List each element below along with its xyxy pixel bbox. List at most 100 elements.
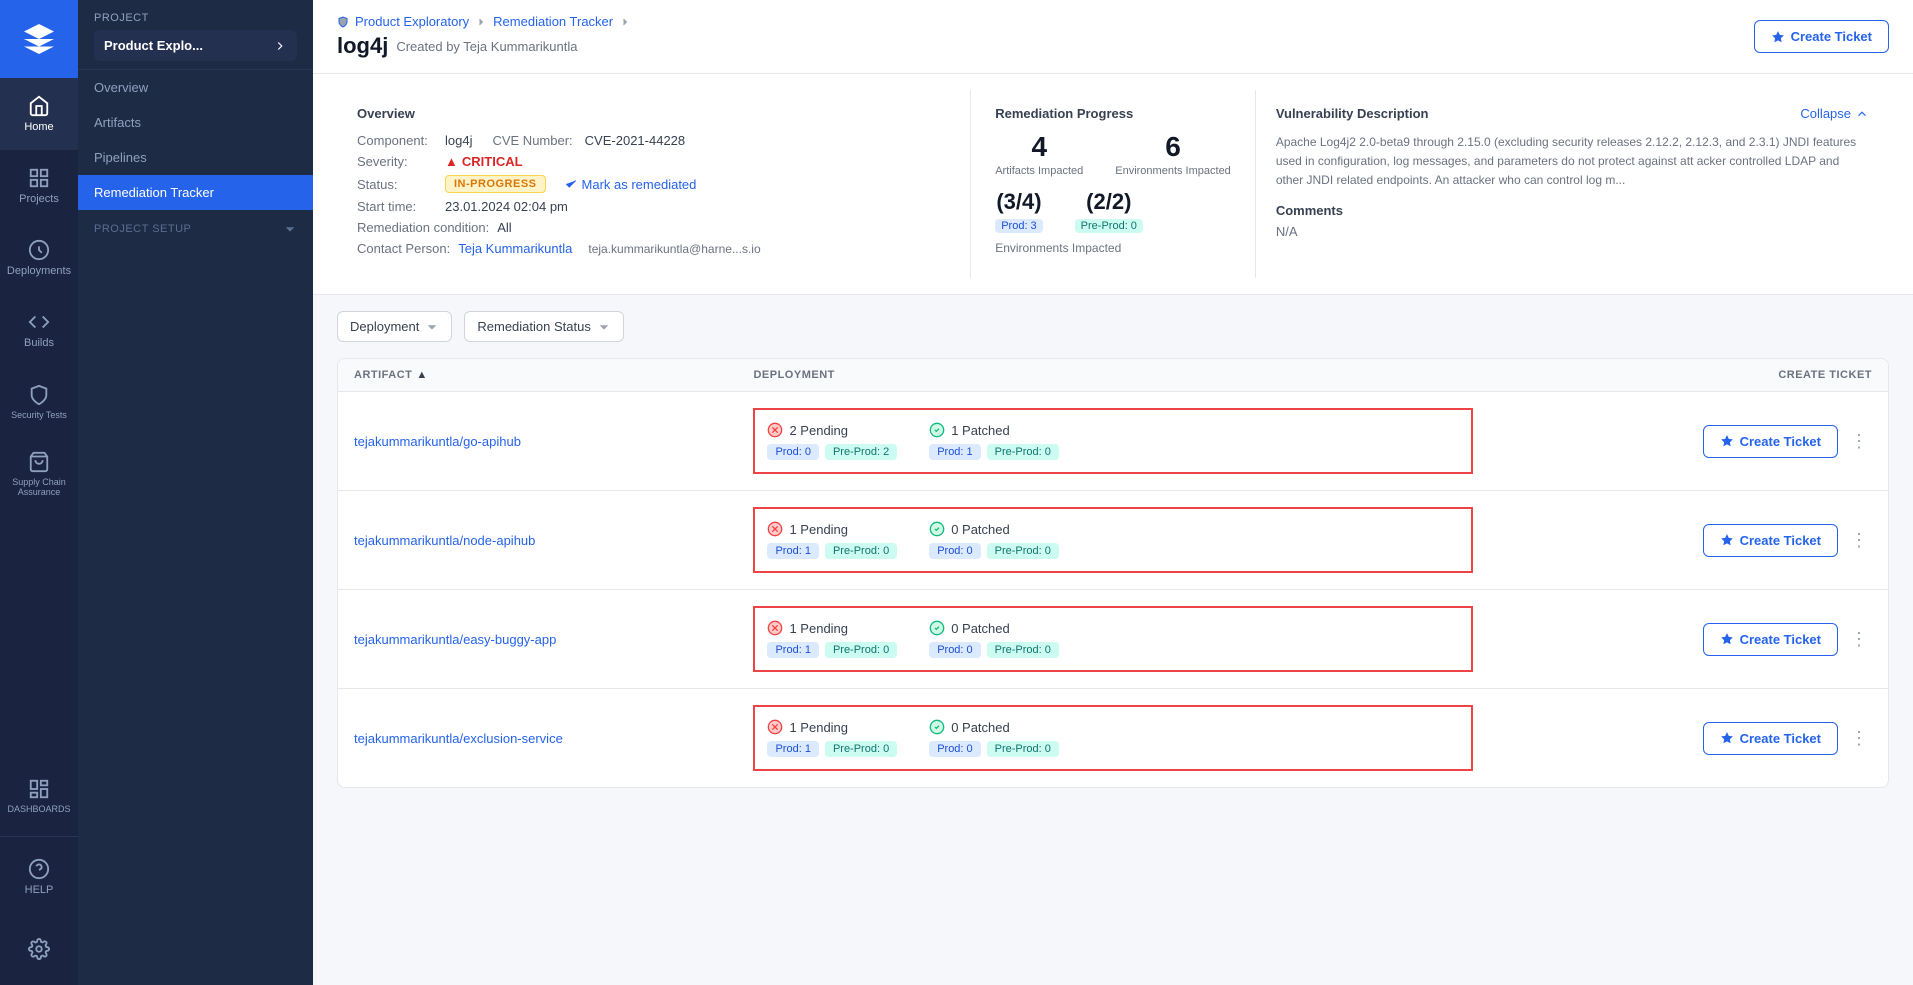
sidebar-item-security-tests[interactable]: Security Tests — [0, 366, 78, 438]
sidebar-label-home: Home — [24, 121, 53, 133]
comments-value: N/A — [1276, 224, 1869, 239]
actions-cell-0: Create Ticket ⋮ — [1473, 425, 1872, 458]
progress-title: Remediation Progress — [995, 106, 1231, 121]
sidebar-logo[interactable] — [0, 0, 78, 78]
sidebar-item-projects[interactable]: Projects — [0, 150, 78, 222]
sidebar-item-dashboards[interactable]: DASHBOARDS — [0, 760, 78, 832]
info-section: Overview Component: log4j CVE Number: CV… — [313, 74, 1913, 295]
cve-value: CVE-2021-44228 — [585, 133, 685, 148]
sidebar-label-deployments: Deployments — [7, 265, 71, 277]
pending-prod-0: Prod: 0 — [767, 444, 818, 460]
nav-item-artifacts[interactable]: Artifacts — [78, 105, 313, 140]
left-panel-header: Project Product Explo... — [78, 0, 313, 70]
actions-cell-1: Create Ticket ⋮ — [1473, 524, 1872, 557]
pending-badges-0: Prod: 0 Pre-Prod: 2 — [767, 444, 897, 460]
create-ticket-header-button[interactable]: Create Ticket — [1754, 20, 1889, 53]
sidebar-label-supply: Supply Chain Assurance — [0, 477, 78, 497]
create-ticket-row-0[interactable]: Create Ticket — [1703, 425, 1838, 458]
pending-prod-3: Prod: 1 — [767, 741, 818, 757]
preprod-fraction: (2/2) Pre-Prod: 0 — [1075, 189, 1143, 233]
sidebar-divider — [0, 836, 78, 837]
sidebar-item-supply-chain[interactable]: Supply Chain Assurance — [0, 438, 78, 510]
overview-card-title: Overview — [357, 106, 950, 121]
patched-badges-2: Prod: 0 Pre-Prod: 0 — [929, 642, 1059, 658]
deployment-filter[interactable]: Deployment — [337, 311, 452, 342]
contact-row: Contact Person: Teja Kummarikuntla teja.… — [357, 241, 950, 256]
pending-badges-1: Prod: 1 Pre-Prod: 0 — [767, 543, 897, 559]
pending-group-1: 1 Pending Prod: 1 Pre-Prod: 0 — [767, 521, 897, 559]
artifact-link-0[interactable]: tejakummarikuntla/go-apihub — [354, 434, 521, 449]
patched-status-0: 1 Patched — [929, 422, 1059, 438]
more-options-1[interactable]: ⋮ — [1846, 526, 1872, 555]
prod-fraction: (3/4) Prod: 3 — [995, 189, 1042, 233]
comments-title: Comments — [1276, 203, 1869, 218]
prod-badge: Prod: 3 — [995, 219, 1042, 233]
sidebar-label-projects: Projects — [19, 193, 59, 205]
artifact-link-2[interactable]: tejakummarikuntla/easy-buggy-app — [354, 632, 556, 647]
remediation-status-filter[interactable]: Remediation Status — [464, 311, 623, 342]
table-row: tejakummarikuntla/easy-buggy-app 1 Pendi… — [338, 590, 1888, 689]
breadcrumb-remediation-tracker[interactable]: Remediation Tracker — [493, 14, 613, 29]
more-options-0[interactable]: ⋮ — [1846, 427, 1872, 456]
sidebar-item-home[interactable]: Home — [0, 78, 78, 150]
start-time-value: 23.01.2024 02:04 pm — [445, 199, 568, 214]
patched-badges-1: Prod: 0 Pre-Prod: 0 — [929, 543, 1059, 559]
patched-status-3: 0 Patched — [929, 719, 1059, 735]
project-label: Project — [94, 12, 297, 24]
project-setup-section[interactable]: PROJECT SETUP — [78, 210, 313, 242]
deployment-cell-0: 2 Pending Prod: 0 Pre-Prod: 2 1 Patched — [753, 408, 1472, 474]
patched-prod-0: Prod: 1 — [929, 444, 980, 460]
nav-item-overview[interactable]: Overview — [78, 70, 313, 105]
create-ticket-row-1[interactable]: Create Ticket — [1703, 524, 1838, 557]
mark-remediated-button[interactable]: Mark as remediated — [564, 177, 697, 192]
artifacts-impacted: 4 Artifacts Impacted — [995, 133, 1083, 177]
artifact-link-3[interactable]: tejakummarikuntla/exclusion-service — [354, 731, 563, 746]
patched-status-2: 0 Patched — [929, 620, 1059, 636]
deployment-cell-3: 1 Pending Prod: 1 Pre-Prod: 0 0 Patched — [753, 705, 1472, 771]
status-badge: IN-PROGRESS — [445, 175, 546, 193]
project-selector[interactable]: Product Explo... — [94, 30, 297, 61]
create-ticket-row-2[interactable]: Create Ticket — [1703, 623, 1838, 656]
pending-preprod-2: Pre-Prod: 0 — [825, 642, 897, 658]
environments-impacted: 6 Environments Impacted — [1115, 133, 1231, 177]
nav-item-remediation-tracker[interactable]: Remediation Tracker — [78, 175, 313, 210]
pending-group-2: 1 Pending Prod: 1 Pre-Prod: 0 — [767, 620, 897, 658]
pending-badges-3: Prod: 1 Pre-Prod: 0 — [767, 741, 897, 757]
component-label: Component: — [357, 133, 437, 148]
sidebar-item-help[interactable]: HELP — [0, 841, 78, 913]
severity-label: Severity: — [357, 154, 437, 169]
pending-preprod-0: Pre-Prod: 2 — [825, 444, 897, 460]
remediation-condition-value: All — [497, 220, 511, 235]
vuln-title: Vulnerability Description — [1276, 106, 1429, 121]
page-title: log4j Created by Teja Kummarikuntla — [337, 33, 631, 59]
artifact-cell-0: tejakummarikuntla/go-apihub — [354, 434, 753, 449]
pending-status-2: 1 Pending — [767, 620, 897, 636]
artifact-link-1[interactable]: tejakummarikuntla/node-apihub — [354, 533, 535, 548]
patched-preprod-3: Pre-Prod: 0 — [987, 741, 1059, 757]
main-content: Product Exploratory Remediation Tracker … — [313, 0, 1913, 985]
nav-item-pipelines[interactable]: Pipelines — [78, 140, 313, 175]
sidebar-label-builds: Builds — [24, 337, 54, 349]
pending-prod-2: Prod: 1 — [767, 642, 818, 658]
table-container: ARTIFACT ▲ DEPLOYMENT CREATE TICKET teja… — [337, 358, 1889, 788]
patched-preprod-1: Pre-Prod: 0 — [987, 543, 1059, 559]
table-section: Deployment Remediation Status ARTIFACT ▲… — [313, 295, 1913, 985]
collapse-button[interactable]: Collapse — [1800, 106, 1869, 121]
table-row: tejakummarikuntla/exclusion-service 1 Pe… — [338, 689, 1888, 787]
sidebar-label-security: Security Tests — [11, 410, 67, 420]
env-impacted-label: Environments Impacted — [995, 241, 1231, 255]
more-options-2[interactable]: ⋮ — [1846, 625, 1872, 654]
create-ticket-row-3[interactable]: Create Ticket — [1703, 722, 1838, 755]
sidebar-bottom: DASHBOARDS HELP — [0, 760, 78, 985]
patched-prod-2: Prod: 0 — [929, 642, 980, 658]
more-options-3[interactable]: ⋮ — [1846, 724, 1872, 753]
patched-group-1: 0 Patched Prod: 0 Pre-Prod: 0 — [929, 521, 1059, 559]
left-panel: Project Product Explo... Overview Artifa… — [78, 0, 313, 985]
breadcrumb: Product Exploratory Remediation Tracker — [337, 14, 631, 29]
sidebar-item-deployments[interactable]: Deployments — [0, 222, 78, 294]
breadcrumb-product-exploratory[interactable]: Product Exploratory — [355, 14, 469, 29]
sidebar-item-settings[interactable] — [0, 913, 78, 985]
sidebar-label-help: HELP — [25, 884, 54, 896]
sidebar-item-builds[interactable]: Builds — [0, 294, 78, 366]
pending-badges-2: Prod: 1 Pre-Prod: 0 — [767, 642, 897, 658]
